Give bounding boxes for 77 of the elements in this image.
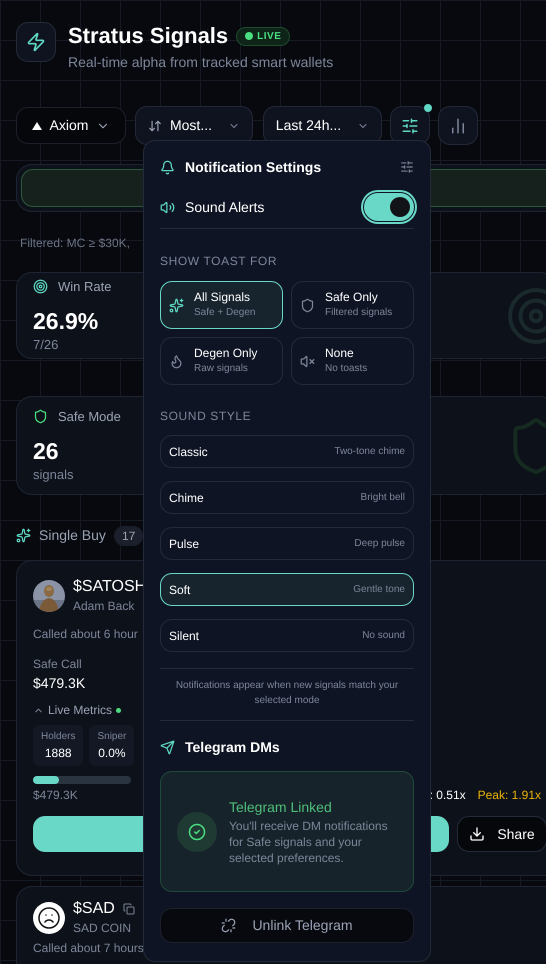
- metric-label: Holders: [41, 730, 76, 744]
- copy-icon[interactable]: [122, 903, 135, 915]
- sound-style-option[interactable]: Chime Bright bell: [160, 481, 414, 514]
- platform-dropdown[interactable]: Axiom: [16, 107, 126, 144]
- flame-icon: [169, 354, 184, 368]
- notification-note: Notifications appear when new signals match your selected mode: [174, 679, 400, 708]
- option-subtitle: Filtered signals: [325, 306, 392, 320]
- target-icon: [33, 279, 48, 294]
- call-label: Safe Call: [33, 656, 82, 673]
- unlink-icon: [221, 918, 236, 933]
- shield-icon: [300, 298, 315, 312]
- sound-alerts-label: Sound Alerts: [185, 198, 264, 216]
- telegram-title: Telegram DMs: [185, 738, 280, 757]
- option-title: Safe Only: [325, 289, 379, 305]
- live-badge: LIVE: [236, 26, 290, 46]
- sparkles-icon: [16, 528, 31, 543]
- market-cap: $479.3K: [33, 787, 78, 804]
- token-symbol: $SAD: [73, 899, 115, 919]
- token-name: Adam Back: [73, 598, 136, 615]
- sort-icon: [148, 118, 162, 132]
- toast-option[interactable]: None No toasts: [291, 337, 414, 385]
- sliders-icon[interactable]: [400, 160, 414, 174]
- stat-label: Safe Mode: [58, 408, 121, 426]
- option-subtitle: Safe + Degen: [194, 306, 256, 320]
- unlink-button[interactable]: Unlink Telegram: [160, 908, 414, 943]
- chart-button[interactable]: [438, 106, 478, 145]
- count-badge: 17: [114, 526, 144, 546]
- option-subtitle: No toasts: [325, 362, 368, 376]
- metric-label: Sniper: [97, 730, 126, 744]
- status-message: You'll receive DM notifications for Safe signals and your selected preferences.: [229, 818, 389, 866]
- token-name: SAD COIN: [73, 920, 132, 937]
- section-title: Single Buy: [39, 526, 106, 545]
- sparkles-icon: [169, 298, 184, 312]
- shield-icon: [33, 409, 48, 424]
- call-value: $479.3K: [33, 674, 86, 693]
- stat-subtext: 7/26: [33, 336, 60, 354]
- popover-title: Notification Settings: [185, 158, 322, 177]
- triangle-icon: [32, 122, 42, 130]
- mute-icon: [300, 354, 315, 368]
- metric-value: 1888: [44, 745, 72, 762]
- sound-style-option[interactable]: Classic Two-tone chime: [160, 435, 414, 468]
- toast-option[interactable]: All Signals Safe + Degen: [160, 281, 283, 329]
- sound-style-option[interactable]: Silent No sound: [160, 619, 414, 652]
- stat-subtext: signals: [33, 466, 74, 484]
- app-subtitle: Real-time alpha from tracked smart wallets: [68, 53, 334, 72]
- stat-value: 26.9%: [33, 306, 100, 334]
- status-title: Telegram Linked: [229, 798, 333, 817]
- option-title: All Signals: [194, 289, 252, 305]
- bar-chart-icon: [449, 116, 467, 134]
- option-title: None: [325, 345, 355, 361]
- option-title: Degen Only: [194, 345, 258, 361]
- download-icon: [469, 826, 486, 842]
- called-time: Called about 6 hour: [33, 626, 138, 643]
- peak-multiple: Peak: 1.91x: [478, 787, 541, 804]
- lightning-icon: [26, 32, 46, 52]
- metric-value: 0.0%: [98, 745, 126, 762]
- sliders-icon: [401, 116, 419, 134]
- share-button[interactable]: Share: [457, 816, 546, 852]
- bell-icon: [160, 160, 175, 174]
- sound-style-option[interactable]: Pulse Deep pulse: [160, 527, 414, 560]
- option-subtitle: Raw signals: [194, 362, 249, 376]
- toast-option[interactable]: Safe Only Filtered signals: [291, 281, 414, 329]
- check-badge: [177, 812, 217, 852]
- stat-label: Win Rate: [58, 278, 112, 296]
- sound-alerts-toggle[interactable]: [364, 193, 414, 221]
- app-title: Stratus Signals: [68, 22, 228, 50]
- toast-option[interactable]: Degen Only Raw signals: [160, 337, 283, 385]
- send-icon: [160, 740, 175, 755]
- sound-style-option[interactable]: Soft Gentle tone: [160, 573, 414, 606]
- section-heading: SHOW TOAST FOR: [160, 253, 278, 270]
- section-heading: SOUND STYLE: [160, 408, 252, 425]
- stat-value: 26: [33, 436, 60, 464]
- speaker-icon: [160, 200, 175, 214]
- called-time: Called about 7 hours: [33, 940, 144, 957]
- filter-summary: Filtered: MC ≥ $30K,: [19, 235, 131, 252]
- metrics-toggle[interactable]: Live Metrics: [48, 701, 112, 719]
- sad-face-avatar: [33, 902, 65, 934]
